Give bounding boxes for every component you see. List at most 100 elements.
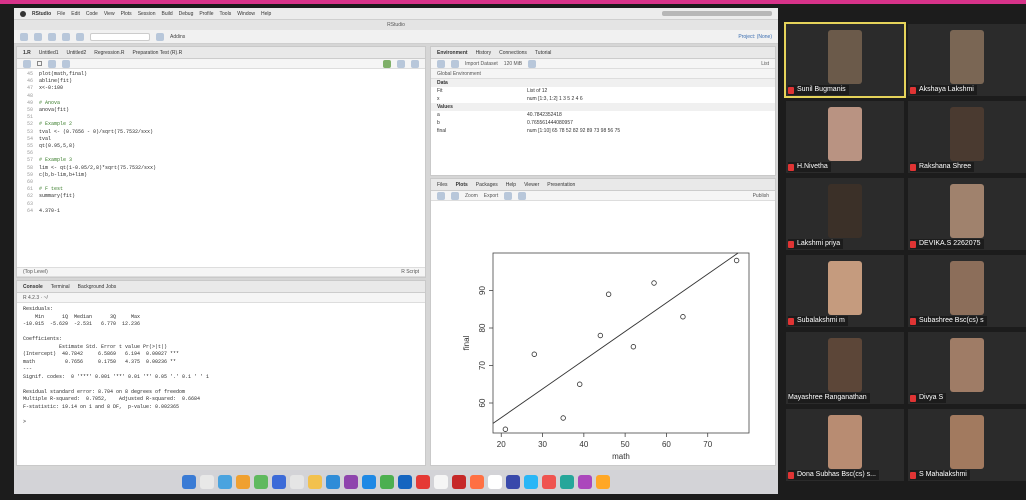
broom-icon[interactable]	[528, 59, 537, 68]
tab-tutorial[interactable]: Tutorial	[535, 50, 552, 56]
dock-app-icon[interactable]	[578, 475, 592, 489]
console-output[interactable]: Residuals: Min 1Q Median 3Q Max -10.015 …	[17, 303, 425, 429]
tab-source-4[interactable]: Regression.R	[94, 50, 124, 56]
source-icon[interactable]	[411, 59, 419, 68]
env-row[interactable]: a 40.7842352418	[431, 111, 775, 119]
wand-icon[interactable]	[62, 59, 70, 68]
code-line[interactable]: 46 abline(fit)	[21, 78, 421, 85]
file-type-indicator[interactable]: R Script	[401, 269, 419, 275]
code-line[interactable]: 50 anova(fit)	[21, 107, 421, 114]
code-line[interactable]: 54 tval	[21, 136, 421, 143]
tab-plots[interactable]: Plots	[456, 182, 468, 188]
dock-app-icon[interactable]	[182, 475, 196, 489]
open-icon[interactable]	[437, 59, 445, 68]
code-line[interactable]: 62 summary(fit)	[21, 193, 421, 200]
tab-packages[interactable]: Packages	[476, 182, 498, 188]
tab-connections[interactable]: Connections	[499, 50, 527, 56]
tab-terminal[interactable]: Terminal	[51, 284, 70, 290]
tab-source-1[interactable]: 1.R	[23, 50, 31, 56]
code-line[interactable]: 63	[21, 201, 421, 208]
dock-app-icon[interactable]	[308, 475, 322, 489]
code-line[interactable]: 47 x<-0:100	[21, 85, 421, 92]
tab-source-5[interactable]: Preparation Test (R).R	[133, 50, 183, 56]
app-menu[interactable]: RStudio	[32, 11, 51, 17]
dock-app-icon[interactable]	[470, 475, 484, 489]
dock-app-icon[interactable]	[542, 475, 556, 489]
run-icon[interactable]	[383, 59, 391, 68]
env-row[interactable]: b 0.765561444080957	[431, 119, 775, 127]
zoom-button[interactable]: Zoom	[465, 193, 478, 199]
code-editor[interactable]: 45 plot(math,final) 46 abline(fit) 47 x<-0:10…	[17, 69, 425, 217]
save-workspace-icon[interactable]	[451, 59, 459, 68]
save-all-icon[interactable]	[62, 32, 70, 41]
back-arrow-icon[interactable]	[437, 191, 445, 200]
participant-tile[interactable]: Lakshmi priya	[786, 178, 904, 250]
code-line[interactable]: 57 # Example 3	[21, 157, 421, 164]
code-line[interactable]: 48	[21, 93, 421, 100]
forward-arrow-icon[interactable]	[451, 191, 459, 200]
search-icon[interactable]	[48, 59, 56, 68]
code-line[interactable]: 59 c(b,b-lim,b+lim)	[21, 172, 421, 179]
delete-plot-icon[interactable]	[504, 191, 513, 200]
dock-app-icon[interactable]	[344, 475, 358, 489]
tab-files[interactable]: Files	[437, 182, 448, 188]
project-menu[interactable]: Project: (None)	[738, 34, 772, 40]
code-line[interactable]: 64 4.370-1	[21, 208, 421, 215]
dock-app-icon[interactable]	[326, 475, 340, 489]
env-row[interactable]: Fit List of 12	[431, 87, 775, 95]
menu-profile[interactable]: Profile	[199, 11, 213, 17]
participant-tile[interactable]: Divya S	[908, 332, 1026, 404]
code-line[interactable]: 45 plot(math,final)	[21, 71, 421, 78]
grid-icon[interactable]	[156, 32, 164, 41]
env-row[interactable]: final num [1:10] 65 78 52 82 92 89 73 98 …	[431, 127, 775, 135]
dock-app-icon[interactable]	[506, 475, 520, 489]
menu-plots[interactable]: Plots	[121, 11, 132, 17]
dock-app-icon[interactable]	[488, 475, 502, 489]
participant-tile[interactable]: Akshaya Lakshmi	[908, 24, 1026, 96]
menu-build[interactable]: Build	[161, 11, 172, 17]
menu-edit[interactable]: Edit	[71, 11, 80, 17]
dock-app-icon[interactable]	[362, 475, 376, 489]
dock-app-icon[interactable]	[452, 475, 466, 489]
memory-usage[interactable]: 120 MiB	[504, 61, 522, 67]
env-section-header[interactable]: Data	[431, 79, 775, 87]
list-view-toggle[interactable]: List	[761, 61, 769, 67]
participant-tile[interactable]: Sunil Bugmanis	[784, 22, 906, 98]
addins-button[interactable]: Addins	[170, 34, 185, 40]
code-line[interactable]: 52 # Example 2	[21, 121, 421, 128]
export-button[interactable]: Export	[484, 193, 498, 199]
tab-viewer[interactable]: Viewer	[524, 182, 539, 188]
code-line[interactable]: 58 lim <- qt(1-0.05/2,8)*sqrt(75.7532/sxx…	[21, 165, 421, 172]
tab-presentation[interactable]: Presentation	[547, 182, 575, 188]
dock-app-icon[interactable]	[272, 475, 286, 489]
apple-icon[interactable]	[20, 10, 26, 17]
tab-help[interactable]: Help	[506, 182, 516, 188]
scope-select[interactable]: Global Environment	[437, 71, 481, 77]
go-to-file-input[interactable]	[90, 32, 150, 41]
participant-tile[interactable]: S Mahalakshmi	[908, 409, 1026, 481]
code-line[interactable]: 56	[21, 150, 421, 157]
code-line[interactable]: 53 tval <- (0.7656 - 0)/sqrt(75.7532/sxx)	[21, 129, 421, 136]
dock-app-icon[interactable]	[218, 475, 232, 489]
participant-tile[interactable]: H.Nivetha	[786, 101, 904, 173]
env-section-header[interactable]: Values	[431, 103, 775, 111]
dock-app-icon[interactable]	[236, 475, 250, 489]
env-row[interactable]: x num [1:3, 1:2] 1 3 5 2 4 6	[431, 95, 775, 103]
tab-background-jobs[interactable]: Background Jobs	[78, 284, 117, 290]
menu-tools[interactable]: Tools	[220, 11, 232, 17]
import-dataset-button[interactable]: Import Dataset	[465, 61, 498, 67]
tab-console[interactable]: Console	[23, 284, 43, 290]
participant-tile[interactable]: DEVIKA.S 2262075	[908, 178, 1026, 250]
menu-code[interactable]: Code	[86, 11, 98, 17]
publish-button[interactable]: Publish	[753, 193, 769, 199]
participant-tile[interactable]: Subalakshmi m	[786, 255, 904, 327]
save-icon[interactable]	[48, 32, 56, 41]
code-line[interactable]: 60	[21, 179, 421, 186]
menu-view[interactable]: View	[104, 11, 115, 17]
tab-environment[interactable]: Environment	[437, 50, 468, 56]
dock-app-icon[interactable]	[434, 475, 448, 489]
participant-tile[interactable]: Subashree Bsc(cs) s	[908, 255, 1026, 327]
menu-file[interactable]: File	[57, 11, 65, 17]
print-icon[interactable]	[76, 32, 84, 41]
dock-app-icon[interactable]	[398, 475, 412, 489]
